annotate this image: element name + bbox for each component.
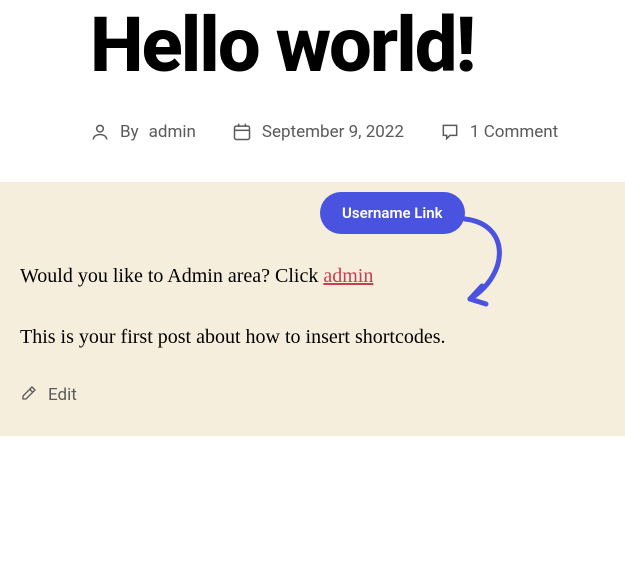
callout-pill: Username Link — [320, 192, 465, 234]
post-date: September 9, 2022 — [262, 122, 404, 142]
edit-link[interactable]: Edit — [48, 385, 77, 405]
author-meta: By admin — [90, 122, 196, 142]
comments-link[interactable]: 1 Comment — [470, 122, 558, 142]
arrow-icon — [460, 214, 520, 319]
post-title: Hello world! — [90, 6, 565, 86]
post-header: Hello world! By admin September 9, 2022 … — [0, 6, 625, 182]
post-meta-row: By admin September 9, 2022 1 Comment — [90, 122, 565, 142]
comments-meta: 1 Comment — [440, 122, 558, 142]
edit-row: Edit — [20, 384, 605, 406]
by-label: By — [120, 122, 139, 142]
comment-icon — [440, 122, 460, 142]
date-meta: September 9, 2022 — [232, 122, 404, 142]
calendar-icon — [232, 122, 252, 142]
content-paragraph-2: This is your first post about how to ins… — [20, 323, 605, 352]
edit-icon — [20, 384, 38, 406]
admin-username-link[interactable]: admin — [323, 265, 373, 287]
annotation-callout: Username Link — [320, 192, 465, 234]
author-link[interactable]: admin — [149, 122, 196, 142]
person-icon — [90, 122, 110, 142]
paragraph1-prefix: Would you like to Admin area? Click — [20, 265, 323, 287]
post-content: Username Link Would you like to Admin ar… — [0, 182, 625, 436]
